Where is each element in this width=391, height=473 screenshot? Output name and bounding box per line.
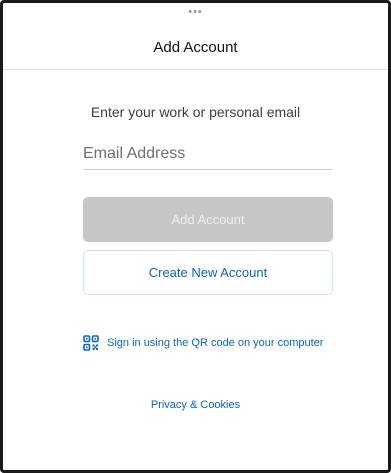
add-account-sheet: ••• Add Account Enter your work or perso… <box>0 0 391 473</box>
create-new-account-button[interactable]: Create New Account <box>83 250 333 295</box>
email-prompt: Enter your work or personal email <box>90 104 301 120</box>
sheet-header: ••• Add Account <box>3 3 388 70</box>
qr-signin-label: Sign in using the QR code on your comput… <box>107 337 324 349</box>
drag-handle[interactable]: ••• <box>3 7 388 18</box>
privacy-footer: Privacy & Cookies <box>3 395 388 413</box>
page-title: Add Account <box>153 39 238 56</box>
qr-code-icon <box>83 335 99 351</box>
email-field[interactable] <box>83 139 333 170</box>
add-account-button[interactable]: Add Account <box>83 197 333 242</box>
privacy-cookies-link[interactable]: Privacy & Cookies <box>151 399 240 411</box>
qr-signin-link[interactable]: Sign in using the QR code on your comput… <box>83 334 323 352</box>
